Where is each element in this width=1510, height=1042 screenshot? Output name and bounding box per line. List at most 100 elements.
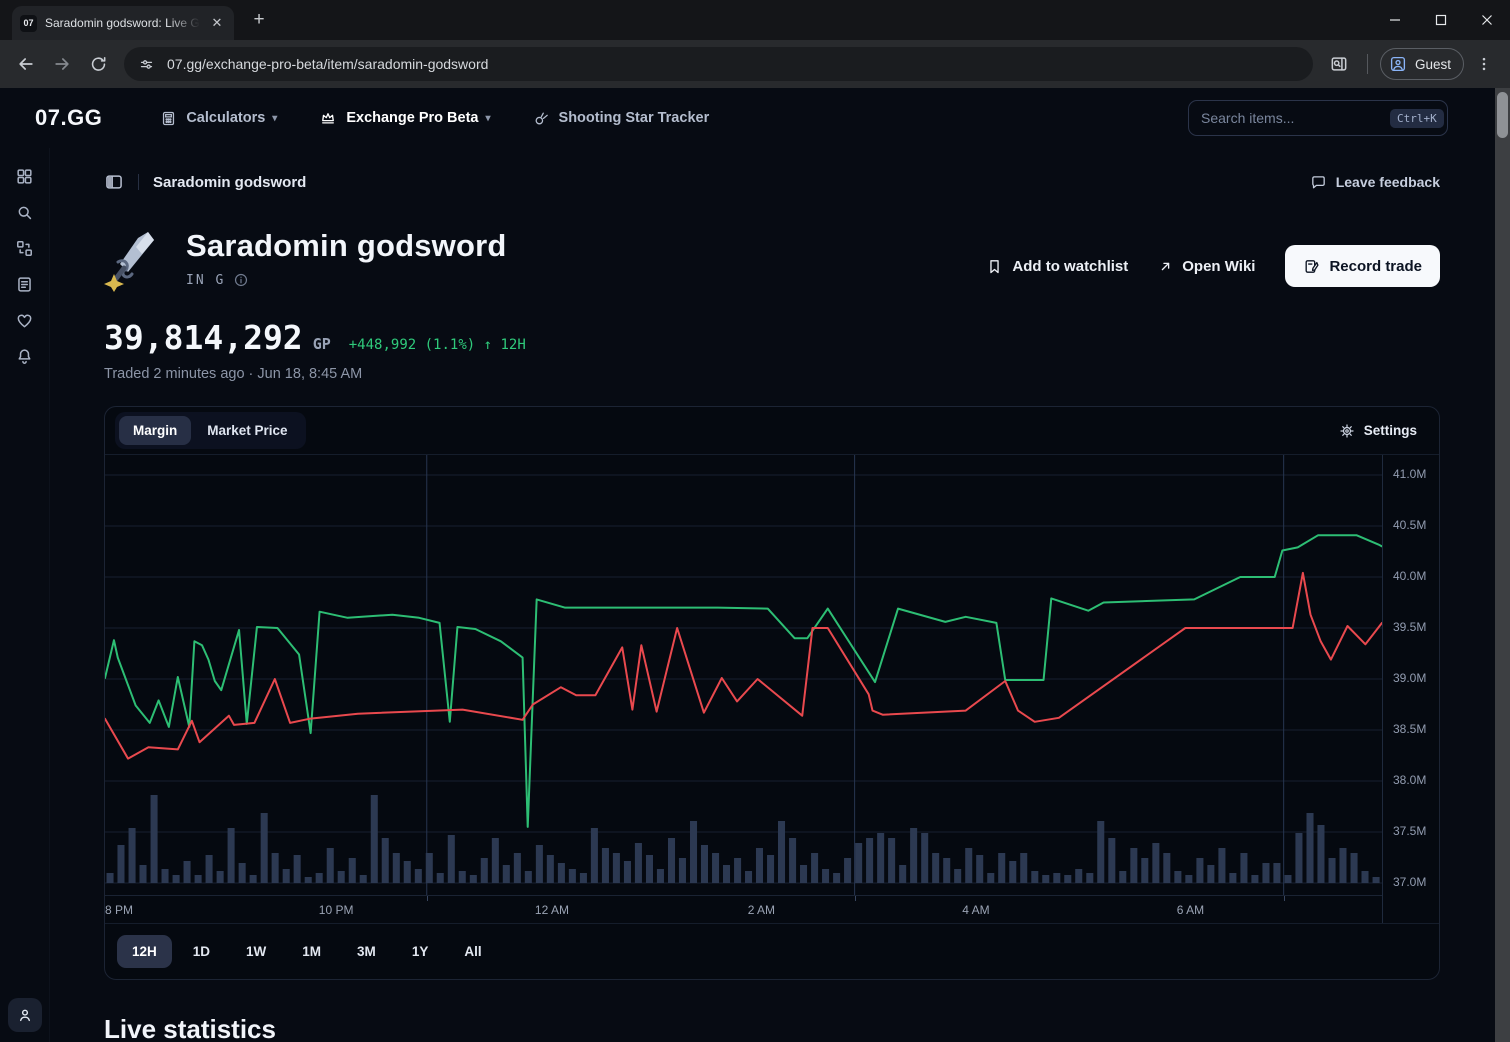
range-button-all[interactable]: All [449,935,496,968]
chevron-down-icon: ▾ [272,113,277,124]
chart-body: 8 PM10 PM12 AM2 AM4 AM6 AM 41.0M40.5M40.… [105,455,1439,923]
x-axis-label: 4 AM [962,903,989,917]
alerts-bell-icon[interactable] [7,338,43,374]
settings-label: Settings [1364,423,1417,438]
search-box[interactable]: Ctrl+K [1188,100,1448,136]
range-button-3m[interactable]: 3M [342,935,391,968]
news-icon[interactable] [7,266,43,302]
tab-strip: 07 Saradomin godsword: Live GE P ✕ + [0,0,1510,40]
item-header: Saradomin godsword IN G Add to watchlist [104,228,1440,292]
open-wiki-label: Open Wiki [1182,258,1255,275]
item-price: 39,814,292 [104,318,303,357]
panel-toggle-icon[interactable] [104,172,124,192]
y-axis-label: 40.0M [1393,569,1426,583]
chat-bubble-icon [1310,174,1327,191]
window-controls [1372,0,1510,40]
breadcrumb-item-name[interactable]: Saradomin godsword [153,174,306,191]
browser-tab[interactable]: 07 Saradomin godsword: Live GE P ✕ [12,6,234,40]
swap-icon[interactable] [7,230,43,266]
close-window-button[interactable] [1464,0,1510,40]
add-to-watchlist-button[interactable]: Add to watchlist [986,258,1128,275]
record-trade-button[interactable]: Record trade [1285,245,1440,287]
calculator-icon [160,110,177,127]
info-icon[interactable] [233,272,249,288]
favorites-heart-icon[interactable] [7,302,43,338]
profile-label: Guest [1415,57,1451,72]
toolbar-divider [1367,54,1368,74]
open-wiki-button[interactable]: Open Wiki [1158,258,1255,275]
left-rail [0,148,50,1042]
search-icon[interactable] [7,194,43,230]
search-shortcut-badge: Ctrl+K [1390,109,1444,128]
y-axis-label: 39.0M [1393,671,1426,685]
live-statistics-title: Live statistics [104,1014,1440,1042]
chevron-down-icon: ▾ [486,113,491,124]
range-button-1w[interactable]: 1W [231,935,281,968]
range-button-1y[interactable]: 1Y [397,935,444,968]
profile-button[interactable]: Guest [1380,48,1464,80]
tab-title: Saradomin godsword: Live GE P [45,16,200,30]
y-axis-label: 38.5M [1393,722,1426,736]
x-axis-label: 8 PM [105,903,133,917]
leave-feedback-label: Leave feedback [1336,174,1440,190]
item-title: Saradomin godsword [186,228,507,264]
bookmark-icon [986,258,1003,275]
scrollbar-thumb[interactable] [1497,92,1508,138]
item-subtitle: IN G [186,273,225,288]
tab-margin[interactable]: Margin [119,416,191,445]
main-content: Saradomin godsword Leave feedback [50,148,1510,1042]
price-chart-card: Margin Market Price Settings 8 PM10 PM12… [104,406,1440,980]
arrow-up-right-icon [1158,259,1173,274]
nav-item-star-tracker[interactable]: Shooting Star Tracker [533,110,710,127]
chart-plot-area[interactable]: 8 PM10 PM12 AM2 AM4 AM6 AM [105,455,1383,923]
nav-item-exchange-pro[interactable]: Exchange Pro Beta ▾ [319,109,490,127]
nav-item-calculators[interactable]: Calculators ▾ [160,110,277,127]
item-sword-icon [104,228,168,292]
chart-tabs: Margin Market Price [115,412,306,449]
favicon: 07 [20,15,37,32]
guest-avatar-icon [1389,55,1407,73]
browser-window: 07 Saradomin godsword: Live GE P ✕ + [0,0,1510,1042]
nav-label: Exchange Pro Beta [346,110,478,126]
person-icon [16,1006,34,1024]
user-profile-button[interactable] [8,998,42,1032]
nav-label: Shooting Star Tracker [559,110,710,126]
minimize-button[interactable] [1372,0,1418,40]
tab-close-icon[interactable]: ✕ [208,14,226,32]
y-axis-label: 38.0M [1393,773,1426,787]
site-settings-icon[interactable] [138,56,155,73]
site-logo[interactable]: 07.GG [35,105,102,131]
chart-header: Margin Market Price Settings [105,407,1439,455]
tab-market-price[interactable]: Market Price [193,416,301,445]
page-scrollbar[interactable] [1495,88,1510,1042]
url-bar[interactable]: 07.gg/exchange-pro-beta/item/saradomin-g… [124,47,1313,81]
main-nav: Calculators ▾ Exchange Pro Beta ▾ Shooti… [160,109,709,127]
browser-menu-icon[interactable] [1468,48,1500,80]
y-axis-label: 40.5M [1393,518,1426,532]
crown-icon [319,109,337,127]
new-tab-button[interactable]: + [246,7,272,33]
comet-icon [533,110,550,127]
watchlist-label: Add to watchlist [1012,258,1128,275]
side-panel-search-icon[interactable] [1323,48,1355,80]
breadcrumb-divider [138,174,139,190]
back-icon[interactable] [10,48,42,80]
reload-icon[interactable] [82,48,114,80]
price-change: +448,992 (1.1%) ↑ 12H [349,337,526,353]
page-viewport: 07.GG Calculators ▾ Exchange Pro Beta ▾ … [0,88,1510,1042]
forward-icon[interactable] [46,48,78,80]
range-button-12h[interactable]: 12H [117,935,172,968]
dashboard-icon[interactable] [7,158,43,194]
breadcrumb: Saradomin godsword Leave feedback [104,168,1440,196]
url-text: 07.gg/exchange-pro-beta/item/saradomin-g… [167,56,488,72]
range-button-1m[interactable]: 1M [287,935,336,968]
search-input[interactable] [1201,110,1382,126]
gear-icon [1339,423,1355,439]
leave-feedback-button[interactable]: Leave feedback [1310,174,1440,191]
x-axis-label: 6 AM [1177,903,1204,917]
site-header: 07.GG Calculators ▾ Exchange Pro Beta ▾ … [0,88,1510,148]
range-button-1d[interactable]: 1D [178,935,225,968]
maximize-button[interactable] [1418,0,1464,40]
y-axis: 41.0M40.5M40.0M39.5M39.0M38.5M38.0M37.5M… [1383,455,1439,923]
chart-settings-button[interactable]: Settings [1339,423,1417,439]
